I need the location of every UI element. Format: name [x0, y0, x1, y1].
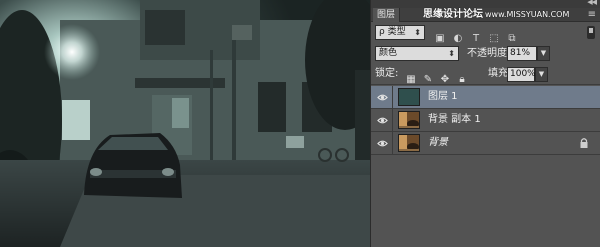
- watermark-title: 思缘设计论坛: [423, 9, 483, 20]
- blend-mode-value: 颜色: [379, 48, 398, 58]
- eye-icon: [377, 140, 388, 147]
- layer-filter-row: ρ 类型 ⬍ ▣ ◐ T ⬚ ⧉: [371, 22, 600, 44]
- visibility-toggle[interactable]: [371, 132, 393, 155]
- tab-layers[interactable]: 图层: [373, 8, 401, 22]
- dropdown-arrow-icon: ⬍: [448, 49, 455, 58]
- layers-list: 图层 1 背景 副本 1 背景: [371, 86, 600, 155]
- watermark-text: 思缘设计论坛 www.MISSYUAN.COM: [423, 9, 569, 21]
- layer-row[interactable]: 图层 1: [371, 86, 600, 109]
- eye-icon: [377, 117, 388, 124]
- filter-kind-select[interactable]: ρ 类型 ⬍: [375, 25, 425, 40]
- layer-name[interactable]: 背景 副本 1: [428, 113, 481, 127]
- layer-row[interactable]: 背景: [371, 132, 600, 155]
- visibility-toggle[interactable]: [371, 86, 393, 109]
- lock-all-icon[interactable]: 🔒︎: [456, 73, 468, 86]
- fill-input[interactable]: 100%: [507, 67, 536, 82]
- lock-transparent-icon[interactable]: ▦: [405, 73, 417, 86]
- layer-thumbnail: [398, 111, 420, 129]
- visibility-toggle[interactable]: [371, 109, 393, 132]
- collapse-panel-icon[interactable]: ◀◀: [587, 0, 597, 6]
- panel-dock-header: ◀◀: [371, 0, 600, 8]
- layers-panel: ◀◀ 图层 思缘设计论坛 www.MISSYUAN.COM ≡ ρ 类型 ⬍ ▣ ◐…: [370, 0, 600, 247]
- filter-icons: ▣ ◐ T ⬚ ⧉: [433, 26, 523, 44]
- photo-thumbnail: [399, 135, 419, 151]
- layer-name[interactable]: 图层 1: [428, 90, 458, 104]
- opacity-slider-toggle[interactable]: ▼: [537, 46, 550, 61]
- lock-row: 锁定: ▦ ✎ ✥ 🔒︎ 填充: 100% ▼: [371, 64, 600, 85]
- lock-icon: [580, 138, 588, 148]
- lock-label: 锁定:: [375, 68, 399, 79]
- panel-tab-bar: 图层 思缘设计论坛 www.MISSYUAN.COM ≡: [371, 8, 600, 22]
- document-canvas[interactable]: [0, 0, 370, 247]
- eye-icon: [377, 94, 388, 101]
- layer-thumbnail: [398, 88, 420, 106]
- opacity-label: 不透明度:: [467, 48, 511, 59]
- watermark-site: www.MISSYUAN.COM: [485, 10, 570, 19]
- layers-empty-area[interactable]: [371, 155, 600, 247]
- photo-thumbnail: [399, 112, 419, 128]
- lock-position-icon[interactable]: ✥: [439, 73, 451, 86]
- layer-thumbnail: [398, 134, 420, 152]
- night-street-photo: [0, 0, 370, 247]
- fill-slider-toggle[interactable]: ▼: [535, 67, 548, 82]
- layer-row[interactable]: 背景 副本 1: [371, 109, 600, 132]
- filter-kind-value: ρ 类型: [379, 27, 406, 37]
- opacity-input[interactable]: 81%: [507, 46, 537, 61]
- blend-mode-select[interactable]: 颜色 ⬍: [375, 46, 459, 61]
- lock-image-icon[interactable]: ✎: [422, 73, 434, 86]
- layer-name[interactable]: 背景: [428, 136, 448, 150]
- lock-icons: ▦ ✎ ✥ 🔒︎: [405, 67, 473, 86]
- filter-toggle[interactable]: [587, 26, 595, 39]
- blend-row: 颜色 ⬍ 不透明度: 81% ▼: [371, 43, 600, 65]
- panel-menu-icon[interactable]: ≡: [588, 9, 596, 20]
- dropdown-arrow-icon: ⬍: [414, 28, 421, 37]
